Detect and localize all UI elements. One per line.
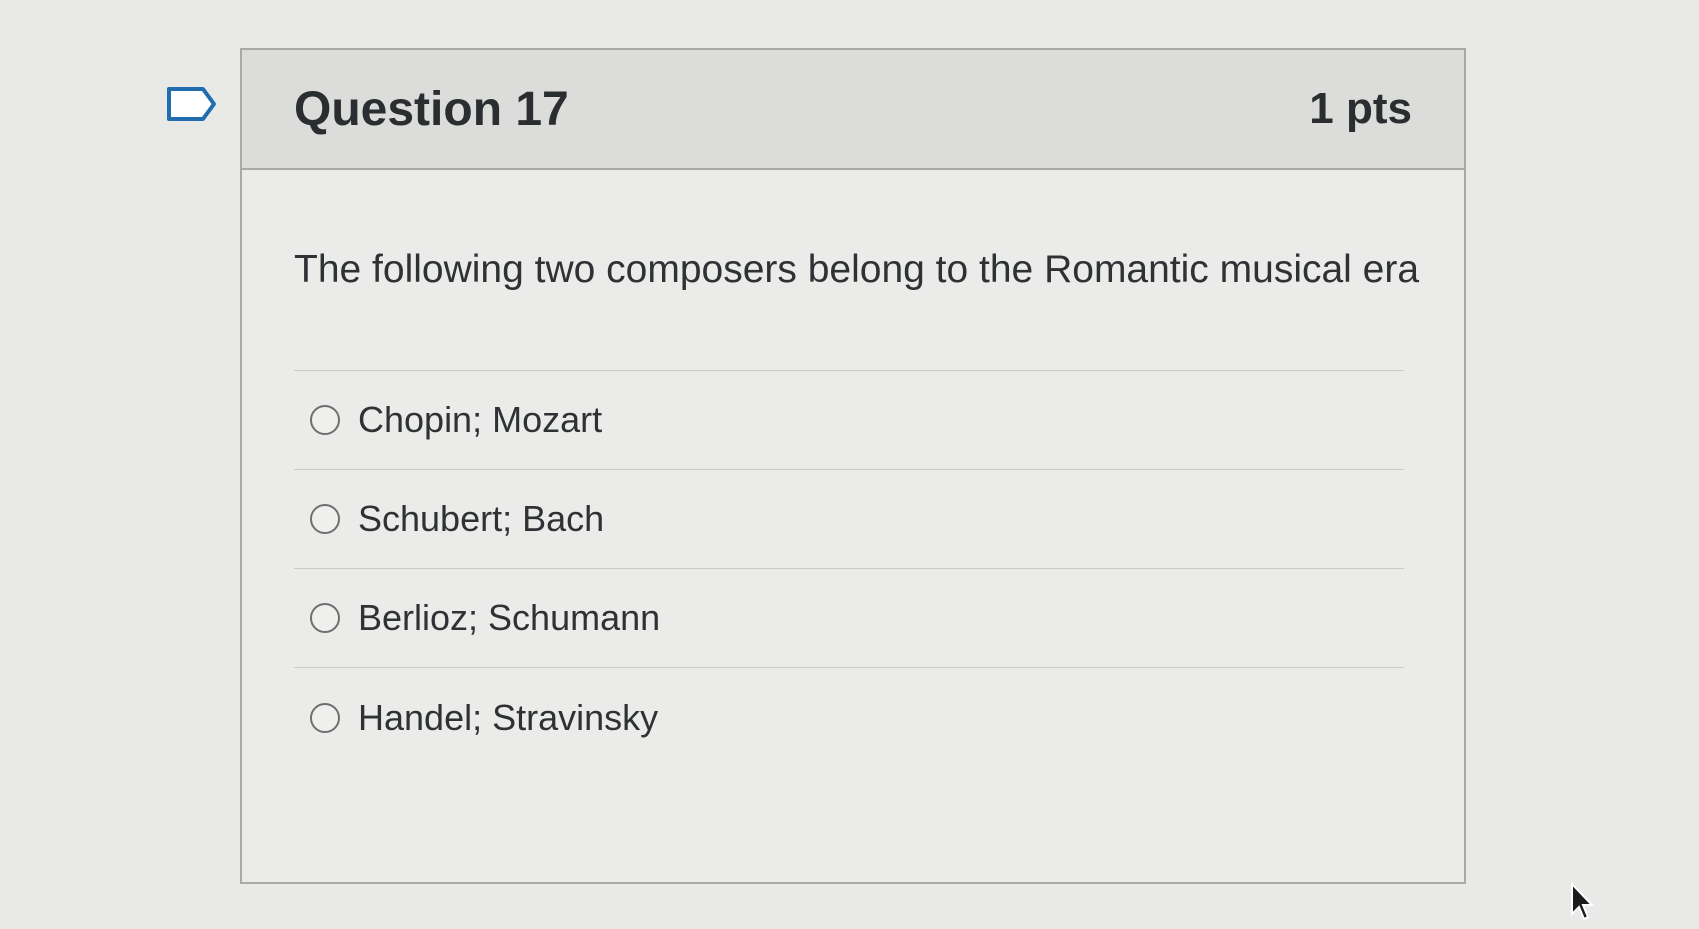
mouse-cursor-icon (1571, 882, 1594, 921)
question-title: Question 17 (294, 82, 569, 136)
question-text: The following two composers belong to th… (294, 248, 1420, 291)
answer-list: Chopin; Mozart Schubert; Bach Berlioz; S… (294, 370, 1404, 767)
radio-button-icon[interactable] (310, 702, 340, 733)
answer-option[interactable]: Chopin; Mozart (294, 371, 1404, 470)
radio-button-icon[interactable] (310, 603, 340, 633)
answer-option[interactable]: Berlioz; Schumann (294, 569, 1404, 668)
answer-label: Chopin; Mozart (358, 399, 603, 440)
answer-option[interactable]: Handel; Stravinsky (294, 668, 1404, 767)
answer-option[interactable]: Schubert; Bach (294, 470, 1404, 569)
question-body: The following two composers belong to th… (242, 170, 1464, 767)
question-card: Question 17 1 pts The following two comp… (240, 48, 1466, 884)
answer-label: Schubert; Bach (358, 498, 605, 539)
answer-label: Handel; Stravinsky (358, 696, 659, 738)
radio-button-icon[interactable] (310, 405, 340, 435)
question-header: Question 17 1 pts (242, 50, 1464, 170)
radio-button-icon[interactable] (310, 504, 340, 534)
answer-label: Berlioz; Schumann (358, 597, 661, 638)
flag-icon[interactable] (166, 86, 218, 122)
question-points: 1 pts (1309, 84, 1412, 133)
